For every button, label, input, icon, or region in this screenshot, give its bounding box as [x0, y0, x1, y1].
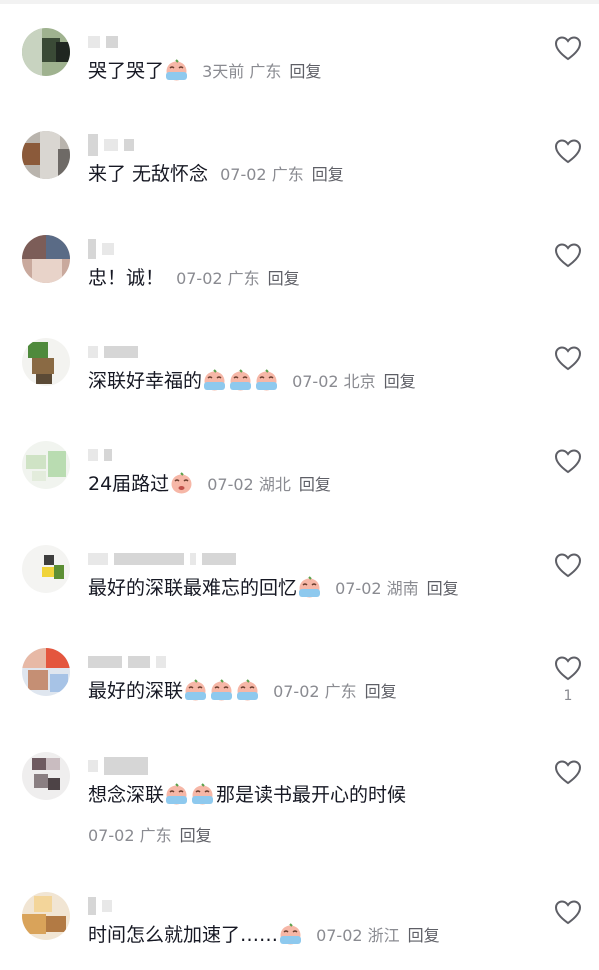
heart-outline-icon[interactable]	[553, 241, 583, 269]
crying-face-emoji	[254, 368, 279, 392]
avatar[interactable]	[22, 892, 70, 940]
reply-button[interactable]: 回复	[384, 372, 416, 391]
reply-button[interactable]: 回复	[289, 62, 321, 81]
reply-button[interactable]: 回复	[408, 926, 440, 945]
comment-meta: 07-02 广东 回复	[88, 826, 212, 845]
crying-face-emoji	[278, 922, 303, 946]
crying-face-emoji	[297, 575, 322, 599]
crying-face-emoji	[235, 678, 260, 702]
crying-face-emoji	[164, 58, 189, 82]
crying-face-emoji	[164, 782, 189, 806]
reply-button[interactable]: 回复	[312, 165, 344, 184]
username-blurred[interactable]	[88, 652, 166, 672]
comment-meta: 07-02 湖南 回复	[335, 579, 459, 598]
username-blurred[interactable]	[88, 32, 118, 52]
avatar[interactable]	[22, 648, 70, 696]
avatar[interactable]	[22, 752, 70, 800]
comment-meta: 07-02 广东 回复	[220, 165, 344, 184]
heart-outline-icon[interactable]	[553, 654, 583, 682]
comment-text: 深联好幸福的 07-02 北京 回复	[88, 368, 416, 392]
username-blurred[interactable]	[88, 239, 114, 259]
crying-face-emoji	[190, 782, 215, 806]
username-blurred[interactable]	[88, 134, 134, 156]
avatar[interactable]	[22, 235, 70, 283]
username-blurred[interactable]	[88, 445, 112, 465]
comment-meta: 07-02 浙江 回复	[316, 926, 440, 945]
crying-face-emoji	[202, 368, 227, 392]
crying-face-emoji	[183, 678, 208, 702]
like-count: 1	[563, 688, 573, 704]
heart-outline-icon[interactable]	[553, 551, 583, 579]
avatar[interactable]	[22, 28, 70, 76]
comment-meta: 07-02 北京 回复	[292, 372, 416, 391]
comment-text: 时间怎么就加速了…… 07-02 浙江 回复	[88, 922, 440, 946]
comment-text: 忠！诚！ 07-02 广东 回复	[88, 267, 300, 289]
username-blurred[interactable]	[88, 896, 112, 916]
comment-meta: 3天前 广东 回复	[202, 62, 322, 81]
crying-face-emoji	[169, 471, 194, 495]
crying-face-emoji	[228, 368, 253, 392]
heart-outline-icon[interactable]	[553, 447, 583, 475]
username-blurred[interactable]	[88, 756, 148, 776]
avatar[interactable]	[22, 545, 70, 593]
comment-meta: 07-02 湖北 回复	[207, 475, 331, 494]
comment-text: 最好的深联最难忘的回忆 07-02 湖南 回复	[88, 575, 459, 599]
comment-text: 哭了哭了 3天前 广东 回复	[88, 58, 322, 82]
username-blurred[interactable]	[88, 342, 138, 362]
username-blurred[interactable]	[88, 549, 236, 569]
reply-button[interactable]: 回复	[365, 682, 397, 701]
crying-face-emoji	[209, 678, 234, 702]
comment-meta: 07-02 广东 回复	[176, 269, 300, 288]
avatar[interactable]	[22, 338, 70, 386]
heart-outline-icon[interactable]	[553, 344, 583, 372]
heart-outline-icon[interactable]	[553, 34, 583, 62]
reply-button[interactable]: 回复	[299, 475, 331, 494]
heart-outline-icon[interactable]	[553, 137, 583, 165]
avatar[interactable]	[22, 441, 70, 489]
heart-outline-icon[interactable]	[553, 758, 583, 786]
comment-text: 来了 无敌怀念 07-02 广东 回复	[88, 163, 344, 185]
reply-button[interactable]: 回复	[427, 579, 459, 598]
comment-text: 24届路过 07-02 湖北 回复	[88, 471, 331, 495]
top-divider	[0, 0, 599, 4]
comment-text: 最好的深联 07-02 广东 回复	[88, 678, 397, 702]
avatar[interactable]	[22, 131, 70, 179]
heart-outline-icon[interactable]	[553, 898, 583, 926]
comment-text: 想念深联 那是读书最开心的时候	[88, 782, 407, 806]
reply-button[interactable]: 回复	[268, 269, 300, 288]
reply-button[interactable]: 回复	[180, 826, 212, 845]
comment-meta: 07-02 广东 回复	[273, 682, 397, 701]
